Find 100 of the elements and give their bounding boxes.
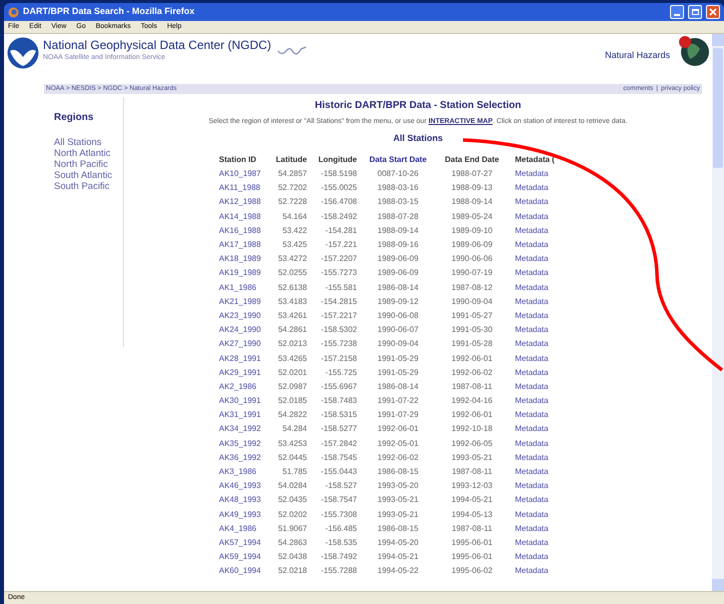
metadata-link[interactable]: Metadata <box>511 280 621 295</box>
station-link[interactable]: AK14_1988 <box>205 210 263 224</box>
metadata-link[interactable]: Metadata <box>511 380 621 394</box>
metadata-link[interactable]: Metadata <box>511 323 621 338</box>
metadata-link[interactable]: Metadata <box>511 238 621 252</box>
metadata-link[interactable]: Metadata <box>511 550 621 564</box>
table-cell-text: -155.581 <box>324 282 358 294</box>
metadata-link[interactable]: Metadata <box>511 266 621 280</box>
table-cell-text: 1991-07-29 <box>376 409 420 422</box>
metadata-link[interactable]: Metadata <box>511 294 621 309</box>
table-cell-text: -155.0443 <box>320 466 358 478</box>
table-cell-text: -157.2842 <box>320 438 358 450</box>
table-cell-text: 52.7228 <box>277 196 307 208</box>
station-link[interactable]: AK29_1991 <box>205 366 263 380</box>
table-cell-text: 1990-06-07 <box>376 324 420 336</box>
table-cell-text: 1989-09-10 <box>450 224 494 237</box>
station-link[interactable]: AK17_1988 <box>205 238 263 252</box>
metadata-link[interactable]: Metadata <box>511 564 621 578</box>
table-cell-text: 1986-08-14 <box>376 282 420 294</box>
station-link[interactable]: AK35_1992 <box>205 436 263 451</box>
station-link[interactable]: AK10_1987 <box>205 167 263 182</box>
table-cell-text: -158.527 <box>324 480 358 492</box>
metadata-link[interactable]: Metadata <box>511 308 621 324</box>
metadata-link[interactable]: Metadata <box>511 366 621 380</box>
station-link[interactable]: AK11_1988 <box>205 181 263 196</box>
station-link[interactable]: AK60_1994 <box>205 564 263 578</box>
metadata-link[interactable]: Metadata <box>511 210 621 224</box>
sidebar-item[interactable]: South Atlantic <box>54 170 123 181</box>
table-cell-text: 52.0185 <box>277 395 307 408</box>
table-cell-text: 1993-05-21 <box>376 508 420 521</box>
metadata-link[interactable]: Metadata <box>511 394 621 408</box>
table-cell-text: 1992-06-01 <box>376 423 420 436</box>
table-cell-text: 1993-12-03 <box>450 480 494 492</box>
sidebar-item[interactable]: North Pacific <box>54 159 123 170</box>
table-cell-text: 52.0213 <box>277 338 307 350</box>
table-cell-text: 52.0218 <box>277 565 307 578</box>
table-cell-text: 1987-08-11 <box>450 522 494 535</box>
table-cell-text: 1988-09-16 <box>376 239 420 252</box>
metadata-link[interactable]: Metadata <box>511 181 621 196</box>
table-cell-text: 1987-08-11 <box>450 380 494 393</box>
station-link[interactable]: AK4_1986 <box>205 522 263 536</box>
station-link[interactable]: AK27_1990 <box>205 337 263 352</box>
table-cell-text: -158.535 <box>324 536 358 549</box>
metadata-link[interactable]: Metadata <box>511 167 621 182</box>
metadata-link[interactable]: Metadata <box>511 464 621 480</box>
metadata-link[interactable]: Metadata <box>511 422 621 437</box>
table-cell-text: 1989-05-24 <box>450 210 494 223</box>
station-link[interactable]: AK2_1986 <box>205 380 263 394</box>
station-link[interactable]: AK24_1990 <box>205 323 263 338</box>
station-link[interactable]: AK18_1989 <box>205 252 263 266</box>
station-link[interactable]: AK12_1988 <box>205 195 263 210</box>
metadata-link[interactable]: Metadata <box>511 195 621 210</box>
station-link[interactable]: AK49_1993 <box>205 508 263 522</box>
station-link[interactable]: AK3_1986 <box>205 464 263 480</box>
metadata-link[interactable]: Metadata <box>511 479 621 494</box>
metadata-link[interactable]: Metadata <box>511 522 621 536</box>
station-link[interactable]: AK21_1989 <box>205 294 263 309</box>
station-link[interactable]: AK16_1988 <box>205 224 263 238</box>
sidebar-item[interactable]: North Atlantic <box>54 148 123 159</box>
station-link[interactable]: AK31_1991 <box>205 408 263 422</box>
scrollbar[interactable] <box>712 34 724 591</box>
table-cell-text: -158.7545 <box>320 452 358 464</box>
station-link[interactable]: AK23_1990 <box>205 308 263 324</box>
metadata-link[interactable]: Metadata <box>511 252 621 266</box>
metadata-link[interactable]: Metadata <box>511 536 621 550</box>
window-title: DART/BPR Data Search - Mozilla Firefox <box>23 5 195 18</box>
station-link[interactable]: AK30_1991 <box>205 394 263 408</box>
station-link[interactable]: AK28_1991 <box>205 351 263 366</box>
table-cell-text: 1992-06-01 <box>450 409 494 422</box>
metadata-link[interactable]: Metadata <box>511 408 621 422</box>
station-link[interactable]: AK1_1986 <box>205 280 263 295</box>
station-link[interactable]: AK19_1989 <box>205 266 263 280</box>
table-cell-text: -158.5277 <box>320 423 358 436</box>
table-cell-text: 1994-05-22 <box>376 565 420 578</box>
sidebar-item[interactable]: South Pacific <box>54 181 123 192</box>
metadata-link[interactable]: Metadata <box>511 436 621 451</box>
table-cell-text: 1988-07-28 <box>376 210 420 223</box>
table-cell-text: 54.2857 <box>277 168 307 180</box>
organization-name: National Geophysical Data Center (NGDC) <box>43 38 272 53</box>
section-title: Natural Hazards <box>604 49 670 62</box>
wave-icon <box>277 45 308 57</box>
table-cell-text: -155.0025 <box>320 182 358 194</box>
metadata-link[interactable]: Metadata <box>511 224 621 238</box>
station-link[interactable]: AK59_1994 <box>205 550 263 564</box>
metadata-link[interactable]: Metadata <box>511 493 621 508</box>
metadata-link[interactable]: Metadata <box>511 351 621 366</box>
metadata-link[interactable]: Metadata <box>511 337 621 352</box>
station-link[interactable]: AK48_1993 <box>205 493 263 508</box>
metadata-link[interactable]: Metadata <box>511 508 621 522</box>
close-button[interactable] <box>706 5 720 19</box>
minimize-button[interactable] <box>670 5 684 19</box>
table-cell-text: 1986-08-15 <box>376 466 420 478</box>
station-link[interactable]: AK57_1994 <box>205 536 263 550</box>
maximize-button[interactable] <box>688 5 702 19</box>
station-link[interactable]: AK46_1993 <box>205 479 263 494</box>
station-link[interactable]: AK36_1992 <box>205 450 263 465</box>
sidebar-item[interactable]: All Stations <box>54 137 123 148</box>
table-cell-text: 1992-10-18 <box>450 423 494 436</box>
metadata-link[interactable]: Metadata <box>511 450 621 465</box>
station-link[interactable]: AK34_1992 <box>205 422 263 437</box>
